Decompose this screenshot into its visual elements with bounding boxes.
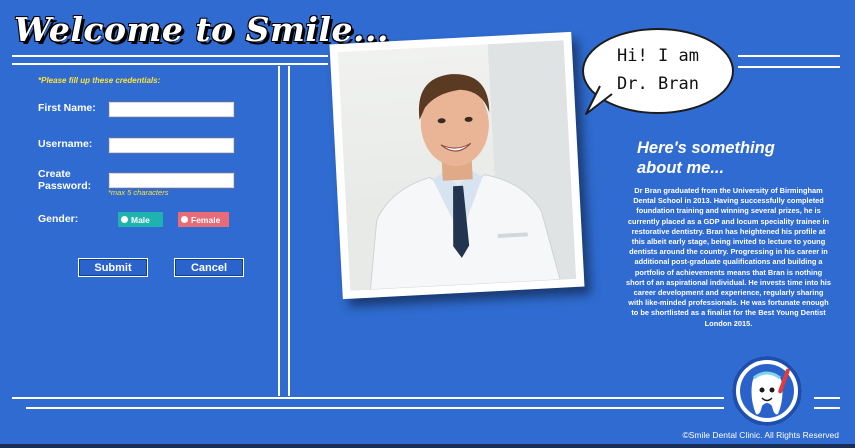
username-input[interactable]	[108, 137, 235, 154]
submit-button[interactable]: Submit	[78, 258, 148, 277]
taskbar-strip	[0, 444, 855, 448]
about-heading: Here's something about me...	[637, 138, 775, 178]
speech-bubble-icon	[181, 216, 188, 223]
cancel-button[interactable]: Cancel	[174, 258, 244, 277]
about-heading-line-1: Here's something	[637, 139, 775, 157]
password-hint: *max 5 characters	[108, 188, 169, 197]
doctor-photo	[329, 31, 585, 300]
about-heading-line-2: about me...	[637, 159, 725, 177]
header-rule-top	[12, 55, 328, 57]
gender-label: Gender:	[38, 213, 79, 225]
right-rule-top	[738, 55, 840, 57]
footer-rule-top	[12, 397, 724, 399]
gender-female-button[interactable]: Female	[178, 212, 229, 227]
tooth-mascot-icon	[732, 356, 802, 426]
footer-rule-bottom	[26, 407, 724, 409]
doctor-bio: Dr Bran graduated from the University of…	[626, 186, 831, 328]
speech-bubble-icon	[121, 216, 128, 223]
create-password-label-line2: Password:	[38, 180, 92, 192]
first-name-label: First Name:	[38, 102, 96, 114]
username-label: Username:	[38, 138, 93, 150]
doctor-illustration	[345, 40, 577, 291]
bubble-line-1: Hi! I am	[617, 46, 699, 66]
copyright-text: ©Smile Dental Clinic. All Rights Reserve…	[682, 430, 840, 440]
gender-female-label: Female	[191, 214, 221, 225]
password-input[interactable]	[108, 172, 235, 189]
create-password-label: Create Password:	[38, 168, 91, 192]
doctor-photo-image	[337, 40, 577, 291]
form-instructions: *Please fill up these credentials:	[38, 76, 161, 85]
speech-bubble-tail	[585, 85, 613, 115]
footer-rule-right-bottom	[814, 407, 840, 409]
gender-male-button[interactable]: Male	[118, 212, 163, 227]
clinic-logo	[732, 356, 802, 426]
footer-rule-right-top	[814, 397, 840, 399]
create-password-label-line1: Create	[38, 168, 71, 180]
gender-male-label: Male	[131, 214, 150, 225]
divider-right	[288, 66, 290, 396]
divider-left	[278, 66, 280, 396]
right-rule-bottom	[738, 66, 840, 68]
page-title: Welcome to Smile...	[14, 10, 389, 49]
header-rule-bottom	[12, 63, 328, 65]
first-name-input[interactable]	[108, 101, 235, 118]
